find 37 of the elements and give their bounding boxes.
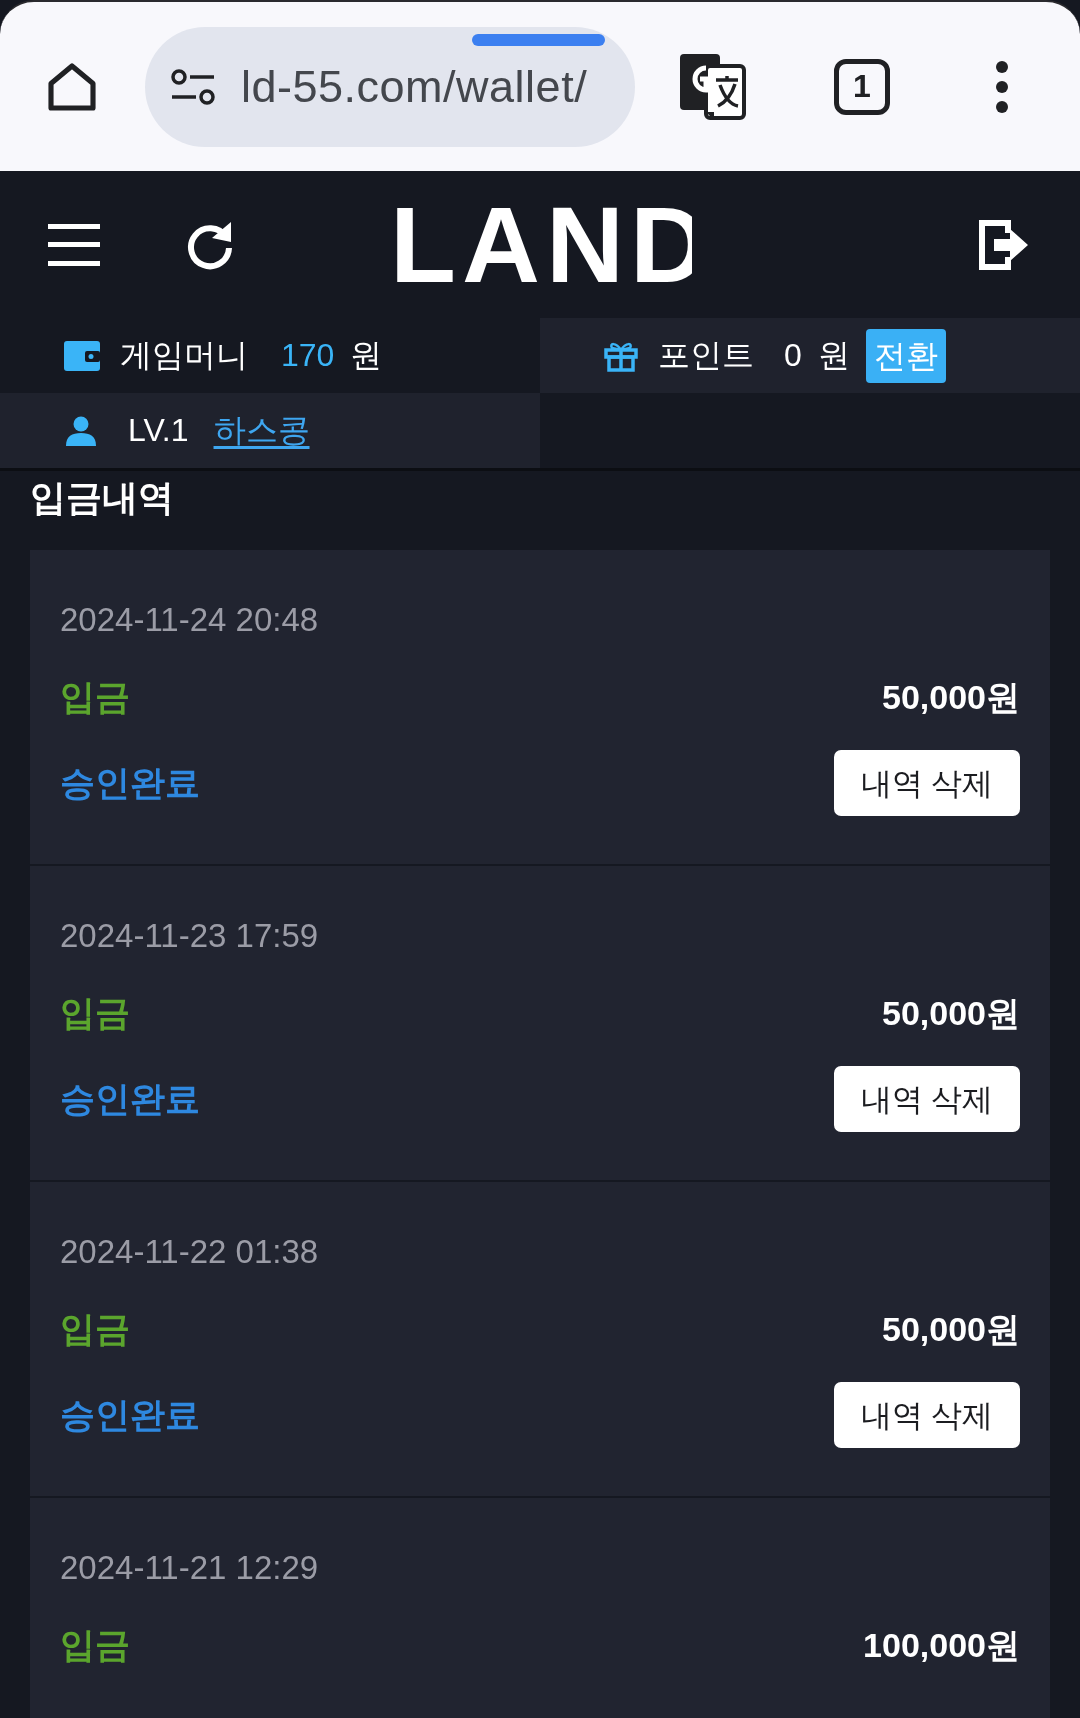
delete-record-button[interactable]: 내역 삭제 xyxy=(834,1066,1020,1132)
refresh-icon[interactable] xyxy=(185,219,235,270)
record-amount: 50,000원 xyxy=(882,993,1020,1034)
record-amount: 50,000원 xyxy=(882,677,1020,718)
record-amount: 100,000원 xyxy=(863,1625,1020,1666)
nickname-link[interactable]: 하스콩 xyxy=(213,408,310,453)
record-datetime: 2024-11-21 12:29 xyxy=(60,1548,319,1588)
wallet-icon xyxy=(64,340,100,371)
record-status: 승인완료 xyxy=(60,1394,200,1436)
delete-record-button[interactable]: 내역 삭제 xyxy=(834,1382,1020,1448)
menu-icon[interactable] xyxy=(48,223,100,266)
loading-indicator-icon xyxy=(472,33,605,46)
record-datetime: 2024-11-22 01:38 xyxy=(60,1232,319,1272)
game-money-label: 게임머니 xyxy=(120,336,248,375)
delete-record-button[interactable]: 내역 삭제 xyxy=(834,750,1020,816)
points-unit: 원 xyxy=(817,336,850,375)
record-type: 입금 xyxy=(60,1624,130,1666)
tab-switcher-button[interactable]: 1 xyxy=(834,58,890,115)
logout-icon[interactable] xyxy=(978,218,1030,271)
record-datetime: 2024-11-24 20:48 xyxy=(60,600,319,640)
record-status: 승인완료 xyxy=(60,1078,200,1120)
record-amount: 50,000원 xyxy=(882,1309,1020,1350)
points-amount: 0 xyxy=(784,336,802,375)
record-datetime: 2024-11-23 17:59 xyxy=(60,916,319,956)
record-type: 입금 xyxy=(60,676,130,718)
game-money-amount: 170 xyxy=(281,336,335,375)
site-settings-icon[interactable] xyxy=(170,66,216,107)
translate-icon[interactable] xyxy=(680,53,746,120)
record-status: 승인완료 xyxy=(60,762,200,804)
record-type: 입금 xyxy=(60,992,130,1034)
points-label: 포인트 xyxy=(658,336,754,375)
user-icon xyxy=(66,415,96,446)
game-money-unit: 원 xyxy=(350,336,383,375)
user-level: LV.1 xyxy=(128,411,189,450)
address-field[interactable]: ld-55.com/wallet/ xyxy=(145,26,635,147)
section-title: 입금내역 xyxy=(30,476,175,520)
record-type: 입금 xyxy=(60,1308,130,1350)
